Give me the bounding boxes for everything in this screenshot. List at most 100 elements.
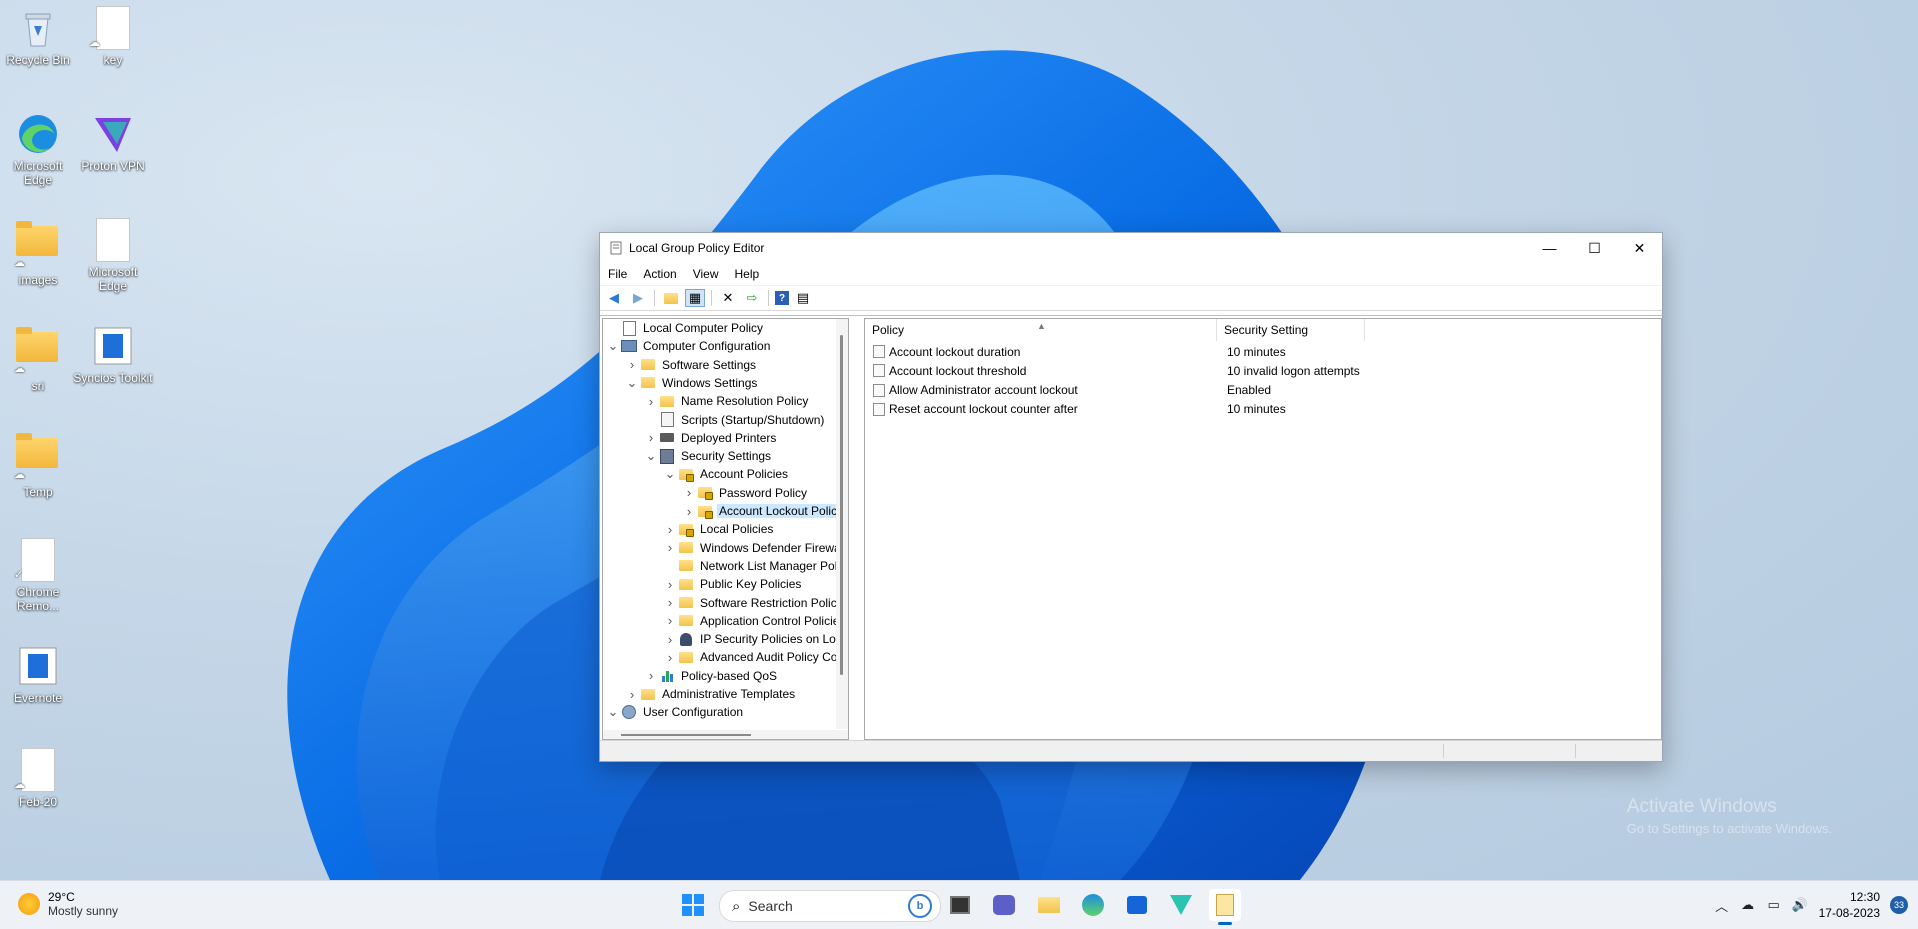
tree-node[interactable]: Local Computer Policy	[607, 319, 765, 337]
chevron-right-icon[interactable]: ›	[664, 577, 676, 592]
help-icon[interactable]: ?	[775, 291, 789, 305]
policy-row[interactable]: Account lockout duration 10 minutes	[865, 342, 1661, 361]
menu-view[interactable]: View	[685, 267, 727, 281]
policy-row[interactable]: Reset account lockout counter after 10 mi…	[865, 400, 1661, 419]
volume-icon[interactable]: 🔊	[1787, 897, 1813, 913]
tree-node[interactable]: › Name Resolution Policy	[645, 392, 810, 410]
tree-node[interactable]: › Windows Defender Firewal	[664, 539, 845, 557]
tree-node[interactable]: ⌄ Security Settings	[645, 447, 773, 465]
scrollbar-thumb[interactable]	[840, 335, 843, 675]
group-policy-taskbar-icon[interactable]	[1209, 889, 1241, 925]
tree-node[interactable]: › Application Control Policie	[664, 612, 841, 630]
menu-action[interactable]: Action	[635, 267, 684, 281]
tree-vertical-scrollbar[interactable]	[836, 319, 848, 729]
chevron-right-icon[interactable]: ›	[645, 668, 657, 683]
policy-row[interactable]: Allow Administrator account lockout Enabl…	[865, 381, 1661, 400]
column-header-policy[interactable]: ▲ Policy	[865, 319, 1217, 341]
task-view-icon[interactable]	[944, 889, 976, 921]
start-button[interactable]	[677, 889, 709, 921]
policy-row[interactable]: Account lockout threshold 10 invalid logo…	[865, 361, 1661, 380]
tree-node[interactable]: › Password Policy	[683, 484, 809, 502]
bing-icon[interactable]: b	[908, 894, 932, 918]
tree-node[interactable]: › Local Policies	[664, 520, 775, 538]
chevron-right-icon[interactable]: ›	[683, 504, 695, 519]
tree-node[interactable]: › Administrative Templates	[626, 685, 797, 703]
tree-node[interactable]: ⌄ Computer Configuration	[607, 337, 772, 355]
chevron-right-icon[interactable]: ›	[683, 485, 695, 500]
chevron-right-icon[interactable]: ›	[664, 540, 676, 555]
teams-chat-icon[interactable]	[988, 889, 1020, 921]
desktop-icon-recycle-bin[interactable]: Recycle Bin	[0, 6, 78, 67]
chevron-down-icon[interactable]: ⌄	[607, 704, 619, 720]
onedrive-icon[interactable]: ☁	[1735, 897, 1761, 913]
desktop-icon-syncios-toolkit[interactable]: Syncios Toolkit	[73, 324, 153, 385]
clock[interactable]: 12:30 17-08-2023	[1819, 889, 1880, 921]
proton-vpn-taskbar-icon[interactable]	[1165, 889, 1197, 921]
minimize-button[interactable]: —	[1527, 233, 1572, 263]
tree-node[interactable]: › Public Key Policies	[664, 575, 803, 593]
chevron-down-icon[interactable]: ⌄	[607, 338, 619, 354]
desktop-icon-microsoft-edge-doc[interactable]: Microsoft Edge	[73, 218, 153, 293]
chevron-right-icon[interactable]: ›	[664, 595, 676, 610]
delete-icon[interactable]: ✕	[718, 289, 738, 307]
edge-taskbar-icon[interactable]	[1077, 889, 1109, 921]
desktop-icon-evernote[interactable]: Evernote	[0, 644, 78, 705]
desktop-icon-sri[interactable]: ☁ sri	[0, 324, 78, 393]
tree-horizontal-scrollbar[interactable]	[603, 730, 848, 739]
tree-node[interactable]: ⌄ User Configuration	[607, 703, 745, 721]
desktop-icon-temp[interactable]: ☁ Temp	[0, 430, 78, 499]
chevron-right-icon[interactable]: ›	[664, 613, 676, 628]
folder-lock-icon	[678, 467, 694, 482]
tree-node[interactable]: › Deployed Printers	[645, 429, 778, 447]
menu-file[interactable]: File	[600, 267, 635, 281]
taskbar-search[interactable]: ⌕ Search b	[719, 890, 941, 922]
chevron-right-icon[interactable]: ›	[664, 632, 676, 647]
chevron-up-icon[interactable]: ︿	[1709, 896, 1735, 915]
network-icon[interactable]: ▭	[1761, 897, 1787, 913]
proton-vpn-icon	[91, 112, 135, 156]
tree-node[interactable]: › Advanced Audit Policy Cor	[664, 648, 843, 666]
chevron-right-icon[interactable]: ›	[664, 522, 676, 537]
close-button[interactable]: ✕	[1617, 233, 1662, 263]
properties-icon[interactable]: ▤	[793, 289, 813, 307]
chevron-down-icon[interactable]: ⌄	[626, 375, 638, 391]
tree-node[interactable]: › IP Security Policies on Loca	[664, 630, 848, 648]
tree-node[interactable]: ⌄ Account Policies	[664, 465, 790, 483]
scrollbar-thumb[interactable]	[621, 734, 751, 736]
chevron-right-icon[interactable]: ›	[645, 394, 657, 409]
back-arrow-icon[interactable]: ◀	[604, 289, 624, 307]
file-explorer-icon[interactable]	[1033, 889, 1065, 921]
tree-node[interactable]: Scripts (Startup/Shutdown)	[645, 411, 826, 429]
chevron-right-icon[interactable]: ›	[664, 650, 676, 665]
desktop-icon-microsoft-edge[interactable]: Microsoft Edge	[0, 112, 78, 187]
desktop-icon-chrome-remote[interactable]: ✓ Chrome Remo...	[0, 538, 78, 613]
notification-badge[interactable]: 33	[1890, 896, 1908, 914]
export-list-icon[interactable]: ⇨	[742, 289, 762, 307]
tree-node-label: Deployed Printers	[681, 430, 777, 445]
status-divider	[1443, 744, 1444, 758]
column-header-security-setting[interactable]: Security Setting	[1217, 319, 1365, 341]
menu-help[interactable]: Help	[727, 267, 768, 281]
tree-node[interactable]: ⌄ Windows Settings	[626, 374, 759, 392]
tree-node[interactable]: › Account Lockout Polic	[683, 502, 840, 520]
tree-node[interactable]: › Software Settings	[626, 356, 758, 374]
weather-widget[interactable]: 29°C Mostly sunny	[18, 890, 118, 918]
desktop-icon-images[interactable]: ☁ images	[0, 218, 78, 287]
maximize-button[interactable]: ☐	[1572, 233, 1617, 263]
title-bar[interactable]: Local Group Policy Editor — ☐ ✕	[600, 233, 1662, 263]
chevron-right-icon[interactable]: ›	[626, 357, 638, 372]
tree-node[interactable]: Network List Manager Poli	[664, 557, 842, 575]
tree-node[interactable]: › Policy-based QoS	[645, 667, 779, 685]
desktop-icon-proton-vpn[interactable]: Proton VPN	[73, 112, 153, 173]
store-icon[interactable]	[1121, 889, 1153, 921]
forward-arrow-icon[interactable]: ▶	[628, 289, 648, 307]
chevron-right-icon[interactable]: ›	[626, 687, 638, 702]
chevron-down-icon[interactable]: ⌄	[645, 448, 657, 464]
desktop-icon-key[interactable]: ☁ key	[73, 6, 153, 67]
desktop-icon-feb-20[interactable]: ☁ Feb-20	[0, 748, 78, 809]
up-folder-icon[interactable]	[661, 289, 681, 307]
tree-node[interactable]: › Software Restriction Policie	[664, 594, 848, 612]
chevron-right-icon[interactable]: ›	[645, 430, 657, 445]
chevron-down-icon[interactable]: ⌄	[664, 466, 676, 482]
show-hide-tree-icon[interactable]: ▦	[685, 289, 705, 307]
